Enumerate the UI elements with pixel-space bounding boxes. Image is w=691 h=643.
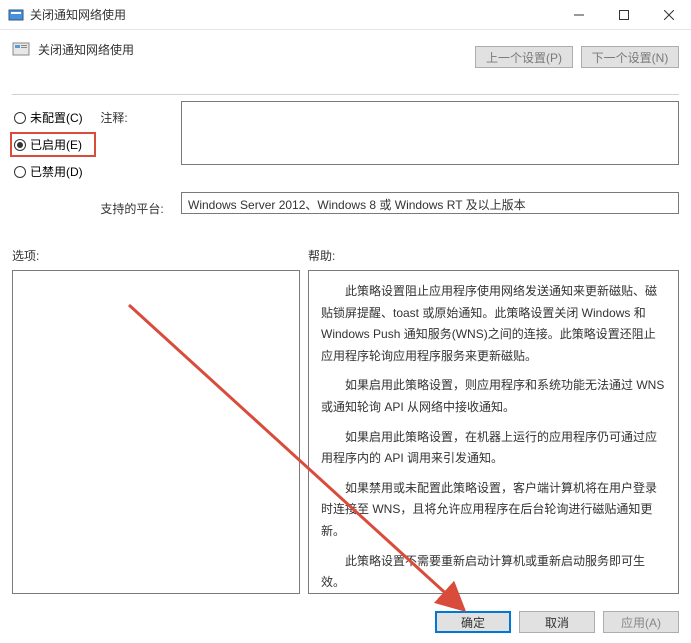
radio-icon bbox=[14, 166, 26, 178]
annotation-label: 注释: bbox=[100, 101, 175, 184]
platform-field: Windows Server 2012、Windows 8 或 Windows … bbox=[181, 192, 679, 214]
titlebar: 关闭通知网络使用 bbox=[0, 0, 691, 30]
window-title: 关闭通知网络使用 bbox=[30, 6, 556, 23]
ok-button[interactable]: 确定 bbox=[435, 611, 511, 633]
help-pane[interactable]: 此策略设置阻止应用程序使用网络发送通知来更新磁贴、磁贴锁屏提醒、toast 或原… bbox=[308, 270, 679, 594]
radio-not-configured[interactable]: 未配置(C) bbox=[12, 105, 94, 130]
apply-button[interactable]: 应用(A) bbox=[603, 611, 679, 633]
close-button[interactable] bbox=[646, 0, 691, 30]
help-paragraph: 如果禁用或未配置此策略设置，客户端计算机将在用户登录时连接至 WNS，且将允许应… bbox=[321, 478, 666, 543]
maximize-button[interactable] bbox=[601, 0, 646, 30]
help-paragraph: 此策略设置不需要重新启动计算机或重新启动服务即可生效。 bbox=[321, 551, 666, 594]
app-icon bbox=[8, 7, 24, 23]
policy-icon bbox=[12, 40, 30, 58]
help-paragraph: 如果启用此策略设置，则应用程序和系统功能无法通过 WNS 或通知轮询 API 从… bbox=[321, 375, 666, 418]
minimize-button[interactable] bbox=[556, 0, 601, 30]
nav-buttons: 上一个设置(P) 下一个设置(N) bbox=[475, 46, 679, 68]
options-pane bbox=[12, 270, 300, 594]
radio-label: 未配置(C) bbox=[30, 109, 83, 126]
radio-enabled[interactable]: 已启用(E) bbox=[10, 132, 96, 157]
cancel-button[interactable]: 取消 bbox=[519, 611, 595, 633]
annotation-textarea[interactable] bbox=[181, 101, 679, 165]
help-label: 帮助: bbox=[308, 247, 679, 264]
radio-icon bbox=[14, 112, 26, 124]
next-setting-button[interactable]: 下一个设置(N) bbox=[581, 46, 679, 68]
radio-disabled[interactable]: 已禁用(D) bbox=[12, 159, 94, 184]
platform-label: 支持的平台: bbox=[100, 192, 175, 217]
help-paragraph: 此策略设置阻止应用程序使用网络发送通知来更新磁贴、磁贴锁屏提醒、toast 或原… bbox=[321, 281, 666, 367]
radio-icon bbox=[14, 139, 26, 151]
help-paragraph: 如果启用此策略设置，在机器上运行的应用程序仍可通过应用程序内的 API 调用来引… bbox=[321, 427, 666, 470]
prev-setting-button[interactable]: 上一个设置(P) bbox=[475, 46, 573, 68]
radio-group: 未配置(C) 已启用(E) 已禁用(D) bbox=[12, 101, 94, 184]
radio-label: 已禁用(D) bbox=[30, 163, 83, 180]
options-label: 选项: bbox=[12, 247, 308, 264]
dialog-buttons: 确定 取消 应用(A) bbox=[435, 611, 679, 633]
radio-label: 已启用(E) bbox=[30, 136, 82, 153]
